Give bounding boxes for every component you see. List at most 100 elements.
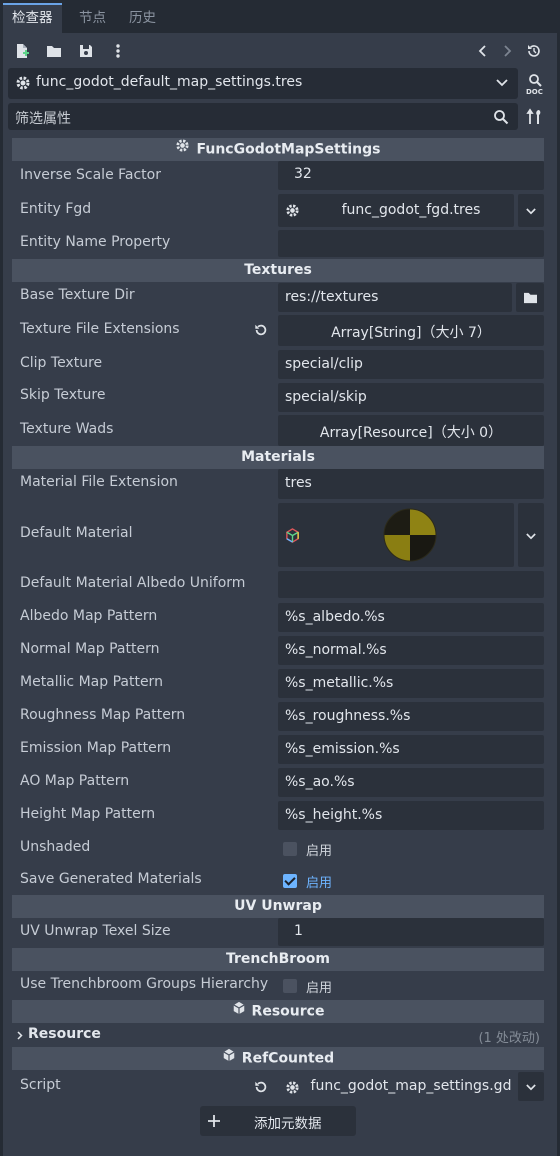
more-icon[interactable] bbox=[109, 42, 127, 60]
material-ext-label: Material File Extension bbox=[20, 474, 178, 490]
ao-pattern-label: AO Map Pattern bbox=[20, 773, 130, 789]
albedo-pattern-value: %s_albedo.%s bbox=[285, 609, 385, 625]
albedo-uniform-input[interactable] bbox=[278, 571, 544, 598]
doc-icon[interactable]: DOC bbox=[523, 72, 547, 96]
texture-wads-value: Array[Resource]（大小 0） bbox=[319, 425, 503, 441]
base-texture-dir-input[interactable]: res://textures bbox=[278, 283, 512, 312]
tab-inspector[interactable]: 检查器 bbox=[3, 3, 62, 33]
script-value: func_godot_map_settings.gd bbox=[310, 1078, 512, 1094]
skip-texture-input[interactable]: special/skip bbox=[278, 383, 544, 412]
resource-section[interactable]: Resource bbox=[12, 1000, 544, 1023]
unshaded-enable-text[interactable]: 启用 bbox=[306, 840, 332, 859]
roughness-pattern-input[interactable]: %s_roughness.%s bbox=[278, 702, 544, 731]
forward-icon[interactable] bbox=[498, 42, 516, 60]
material-ext-value: tres bbox=[285, 475, 312, 491]
new-resource-icon[interactable] bbox=[13, 42, 31, 60]
resource-cube-icon bbox=[232, 1000, 246, 1023]
entity-name-label: Entity Name Property bbox=[20, 234, 171, 250]
albedo-pattern-input[interactable]: %s_albedo.%s bbox=[278, 603, 544, 632]
textures-section[interactable]: Textures bbox=[12, 259, 544, 282]
save-materials-enable-text[interactable]: 启用 bbox=[306, 872, 332, 891]
height-pattern-input[interactable]: %s_height.%s bbox=[278, 801, 544, 830]
chevron-down-icon bbox=[525, 1082, 537, 1092]
refcounted-section-title: RefCounted bbox=[241, 1050, 335, 1067]
entity-fgd-picker[interactable]: func_godot_fgd.tres bbox=[278, 194, 514, 227]
emission-pattern-value: %s_emission.%s bbox=[285, 741, 400, 757]
back-icon[interactable] bbox=[474, 42, 492, 60]
tab-history[interactable]: 历史 bbox=[120, 3, 165, 33]
save-materials-checkbox[interactable] bbox=[283, 874, 297, 888]
clip-texture-input[interactable]: special/clip bbox=[278, 350, 544, 379]
skip-texture-label: Skip Texture bbox=[20, 387, 106, 403]
add-metadata-button[interactable]: 添加元数据 bbox=[200, 1106, 356, 1136]
albedo-uniform-label: Default Material Albedo Uniform bbox=[20, 575, 246, 591]
gear-resource-icon bbox=[175, 138, 190, 161]
resource-changes-text: (1 处改动) bbox=[478, 1031, 540, 1046]
texture-wads-label: Texture Wads bbox=[20, 421, 114, 437]
resource-section-title: Resource bbox=[251, 1003, 325, 1020]
open-folder-icon[interactable] bbox=[45, 42, 63, 60]
resource-group-label: Resource bbox=[28, 1026, 101, 1042]
refcounted-section[interactable]: RefCounted bbox=[12, 1047, 544, 1070]
entity-name-input[interactable] bbox=[278, 230, 544, 257]
entity-fgd-label: Entity Fgd bbox=[20, 201, 92, 217]
metallic-pattern-label: Metallic Map Pattern bbox=[20, 674, 163, 690]
add-metadata-label: 添加元数据 bbox=[254, 1116, 322, 1132]
browse-folder-button[interactable] bbox=[516, 283, 544, 312]
ao-pattern-input[interactable]: %s_ao.%s bbox=[278, 768, 544, 797]
tb-groups-enable-text[interactable]: 启用 bbox=[306, 977, 332, 996]
class-header: FuncGodotMapSettings bbox=[12, 138, 544, 161]
normal-pattern-input[interactable]: %s_normal.%s bbox=[278, 636, 544, 665]
uv-unwrap-section[interactable]: UV Unwrap bbox=[12, 895, 544, 918]
texture-wads-array[interactable]: Array[Resource]（大小 0） bbox=[278, 415, 544, 446]
chevron-down-icon[interactable] bbox=[494, 75, 510, 91]
materials-section[interactable]: Materials bbox=[12, 446, 544, 469]
normal-pattern-value: %s_normal.%s bbox=[285, 642, 387, 658]
refcounted-cube-icon bbox=[222, 1047, 236, 1070]
texture-extensions-label: Texture File Extensions bbox=[20, 321, 180, 337]
tb-groups-checkbox[interactable] bbox=[283, 979, 297, 993]
default-material-picker[interactable] bbox=[278, 503, 514, 567]
script-picker[interactable]: func_godot_map_settings.gd bbox=[278, 1072, 514, 1101]
material-ext-input[interactable]: tres bbox=[278, 469, 544, 499]
tools-icon[interactable] bbox=[525, 107, 545, 127]
save-materials-label: Save Generated Materials bbox=[20, 871, 202, 887]
filter-properties-input[interactable]: 筛选属性 bbox=[8, 103, 518, 130]
tb-groups-label: Use Trenchbroom Groups Hierarchy bbox=[20, 976, 269, 992]
revert-icon[interactable] bbox=[253, 322, 269, 338]
material-cube-icon bbox=[284, 527, 300, 543]
script-dropdown[interactable] bbox=[518, 1072, 544, 1101]
albedo-pattern-label: Albedo Map Pattern bbox=[20, 608, 158, 624]
trenchbroom-section[interactable]: TrenchBroom bbox=[12, 948, 544, 971]
resource-selector[interactable]: func_godot_default_map_settings.tres bbox=[8, 68, 518, 99]
roughness-pattern-value: %s_roughness.%s bbox=[285, 708, 411, 724]
save-icon[interactable] bbox=[77, 42, 95, 60]
uv-texel-value: 1 bbox=[294, 923, 303, 939]
tab-node[interactable]: 节点 bbox=[70, 3, 115, 33]
resource-group[interactable]: Resource (1 处改动) bbox=[12, 1024, 544, 1046]
resource-file-name: func_godot_default_map_settings.tres bbox=[36, 74, 303, 90]
class-title: FuncGodotMapSettings bbox=[196, 141, 381, 158]
tab-bar: 检查器 节点 历史 bbox=[0, 0, 560, 35]
emission-pattern-input[interactable]: %s_emission.%s bbox=[278, 735, 544, 764]
default-material-dropdown[interactable] bbox=[518, 503, 544, 567]
filter-placeholder: 筛选属性 bbox=[15, 111, 71, 127]
clip-texture-value: special/clip bbox=[285, 356, 363, 372]
unshaded-checkbox[interactable] bbox=[283, 842, 297, 856]
entity-fgd-dropdown[interactable] bbox=[518, 194, 544, 227]
folder-icon bbox=[522, 290, 538, 304]
revert-icon[interactable] bbox=[253, 1079, 269, 1095]
chevron-down-icon bbox=[525, 206, 537, 216]
texture-extensions-array[interactable]: Array[String]（大小 7） bbox=[278, 315, 544, 346]
plus-icon bbox=[206, 1113, 222, 1129]
search-icon bbox=[492, 108, 510, 126]
metallic-pattern-input[interactable]: %s_metallic.%s bbox=[278, 669, 544, 698]
emission-pattern-label: Emission Map Pattern bbox=[20, 740, 172, 756]
metallic-pattern-value: %s_metallic.%s bbox=[285, 675, 394, 691]
inverse-scale-label: Inverse Scale Factor bbox=[20, 167, 161, 183]
clip-texture-label: Clip Texture bbox=[20, 355, 103, 371]
history-icon[interactable] bbox=[525, 42, 543, 60]
uv-texel-input[interactable]: 1 bbox=[278, 918, 544, 946]
inverse-scale-input[interactable]: 32 bbox=[278, 161, 544, 190]
skip-texture-value: special/skip bbox=[285, 389, 367, 405]
